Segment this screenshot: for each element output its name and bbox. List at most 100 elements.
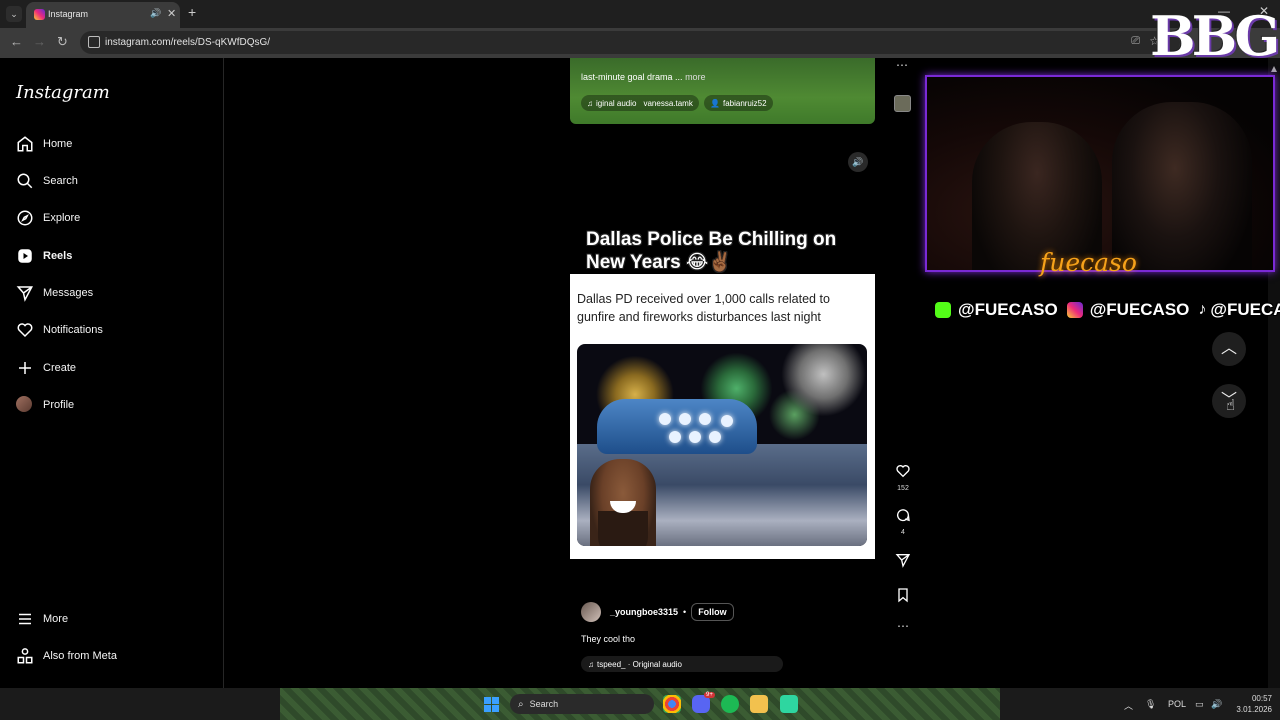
taskbar-search[interactable]: ⌕ Search xyxy=(510,694,654,714)
share-button[interactable] xyxy=(890,552,916,573)
sidebar-item-label: Reels xyxy=(43,250,73,262)
more-options-icon[interactable]: ⋯ xyxy=(896,58,908,72)
cast-icon[interactable]: ⎚ xyxy=(1131,35,1140,48)
site-info-icon[interactable] xyxy=(88,36,100,48)
audio-thumbnail[interactable] xyxy=(894,95,911,112)
sidebar-item-explore[interactable]: Explore xyxy=(16,206,80,230)
police-lightbar xyxy=(597,399,757,454)
heart-icon xyxy=(16,321,34,339)
reel-author[interactable]: _youngboe3315 • Follow xyxy=(581,602,734,622)
reaction-face xyxy=(590,459,656,546)
windows-start-icon[interactable] xyxy=(484,697,499,712)
sidebar-item-label: More xyxy=(43,613,69,625)
fireworks-police-photo xyxy=(577,344,867,546)
sidebar-item-messages[interactable]: Messages xyxy=(16,281,93,305)
reload-icon[interactable]: ↻ xyxy=(57,34,68,50)
sidebar-item-create[interactable]: Create xyxy=(16,356,76,380)
speaker-icon[interactable]: 🔊 xyxy=(848,152,868,172)
new-tab-button[interactable]: + xyxy=(188,4,196,20)
webcam-overlay xyxy=(925,75,1275,272)
current-reel[interactable]: 🔊 Dallas Police Be Chilling on New Years… xyxy=(570,146,875,688)
tiktok-icon: ♪ xyxy=(1198,301,1207,318)
music-note-icon: ♫ xyxy=(587,98,593,108)
previous-reel-button[interactable]: ︿ xyxy=(1212,332,1246,366)
plus-icon xyxy=(16,359,34,377)
audio-pill[interactable]: ♫ tspeed_ · Original audio xyxy=(581,656,783,672)
person-icon: 👤 xyxy=(710,98,720,108)
comment-button[interactable]: 4 xyxy=(890,507,916,536)
home-icon xyxy=(16,135,34,153)
instagram-favicon-icon xyxy=(34,9,45,20)
sidebar-item-label: Profile xyxy=(43,399,75,411)
like-button[interactable]: 152 xyxy=(890,463,916,492)
url-text[interactable]: instagram.com/reels/DS-qKWfDQsG/ xyxy=(105,37,270,48)
heart-icon xyxy=(896,465,910,478)
sidebar-item-label: Notifications xyxy=(43,324,103,336)
display-icon[interactable]: ▭ xyxy=(1195,699,1204,710)
system-clock[interactable]: 00:57 3.01.2026 xyxy=(1232,693,1272,715)
browser-toolbar: ← → ↻ instagram.com/reels/DS-qKWfDQsG/ ⎚… xyxy=(0,28,1280,58)
chrome-icon[interactable] xyxy=(663,695,681,713)
compass-icon xyxy=(16,209,34,227)
sidebar: Instagram Home Search Explore Reels Mess… xyxy=(0,58,224,688)
sidebar-item-label: Home xyxy=(43,138,73,150)
menu-icon xyxy=(16,610,34,628)
more-options-icon[interactable]: ⋯ xyxy=(890,619,916,633)
sidebar-item-more[interactable]: More xyxy=(16,607,68,631)
tab-search-dropdown[interactable]: ⌄ xyxy=(6,6,22,22)
app-icon[interactable] xyxy=(780,695,798,713)
bookmark-icon xyxy=(898,588,908,603)
follow-button[interactable]: Follow xyxy=(691,603,734,621)
sidebar-item-reels[interactable]: Reels xyxy=(16,244,72,268)
language-indicator[interactable]: POL xyxy=(1168,699,1186,709)
spotify-icon[interactable] xyxy=(721,695,739,713)
avatar[interactable] xyxy=(581,602,601,622)
tagged-user-pill[interactable]: 👤 fabianruiz52 xyxy=(704,95,773,111)
send-icon xyxy=(895,554,911,568)
streamer-socials: @FUECASO @FUECASO ♪ @FUECASOO xyxy=(935,300,1280,320)
sidebar-item-profile[interactable]: Profile xyxy=(16,393,74,417)
like-count: 152 xyxy=(897,485,909,492)
close-tab-icon[interactable]: ✕ xyxy=(167,7,176,20)
browser-tab-strip: ⌄ Instagram 🔊 ✕ + — ✕ xyxy=(0,0,1280,28)
hand-cursor-icon: ☝ xyxy=(1226,397,1236,414)
more-link[interactable]: more xyxy=(685,72,706,82)
browser-tab[interactable]: Instagram 🔊 ✕ xyxy=(26,2,180,28)
speaker-icon[interactable]: 🔊 xyxy=(150,8,161,19)
sidebar-item-label: Messages xyxy=(43,287,94,299)
instagram-logo[interactable]: Instagram xyxy=(16,82,110,103)
meta-grid-icon xyxy=(16,647,34,665)
sidebar-item-home[interactable]: Home xyxy=(16,132,72,156)
avatar xyxy=(16,396,34,414)
author-username[interactable]: _youngboe3315 xyxy=(610,607,678,617)
tab-title: Instagram xyxy=(48,9,89,19)
previous-reel-card[interactable]: last-minute goal drama ... more ♫ iginal… xyxy=(570,58,875,124)
music-note-icon: ♫ xyxy=(588,659,594,669)
microphone-icon[interactable]: 🎙 xyxy=(1145,699,1156,710)
reel-caption: last-minute goal drama ... more xyxy=(581,72,706,82)
back-icon[interactable]: ← xyxy=(10,34,23,49)
file-explorer-icon[interactable] xyxy=(750,695,768,713)
sidebar-item-label: Explore xyxy=(43,212,81,224)
save-button[interactable] xyxy=(890,587,916,608)
sidebar-item-label: Search xyxy=(43,175,78,187)
sidebar-item-meta[interactable]: Also from Meta xyxy=(16,644,117,668)
streamer-signature: fuecaso xyxy=(1040,248,1137,277)
send-icon xyxy=(16,284,34,302)
address-bar[interactable]: instagram.com/reels/DS-qKWfDQsG/ ⎚ ☆ xyxy=(80,31,1180,54)
sidebar-item-label: Also from Meta xyxy=(43,650,117,662)
sidebar-item-notifications[interactable]: Notifications xyxy=(16,318,103,342)
forward-icon[interactable]: → xyxy=(33,34,46,49)
reel-overlay-title: Dallas Police Be Chilling on New Years 😂… xyxy=(586,229,837,273)
search-icon: ⌕ xyxy=(518,698,524,710)
volume-icon[interactable]: 🔊 xyxy=(1211,699,1222,710)
instagram-icon xyxy=(1066,302,1083,318)
sidebar-item-search[interactable]: Search xyxy=(16,169,78,193)
reels-icon xyxy=(16,247,34,265)
discord-badge: 9+ xyxy=(704,692,715,698)
tweet-screenshot: Dallas PD received over 1,000 calls rela… xyxy=(570,274,875,559)
reel-caption: They cool tho xyxy=(581,634,636,644)
audio-pill[interactable]: ♫ iginal audio vanessa.tamk xyxy=(581,95,699,111)
tray-chevron-icon[interactable]: ︿ xyxy=(1124,699,1133,712)
comment-count: 4 xyxy=(901,529,905,536)
